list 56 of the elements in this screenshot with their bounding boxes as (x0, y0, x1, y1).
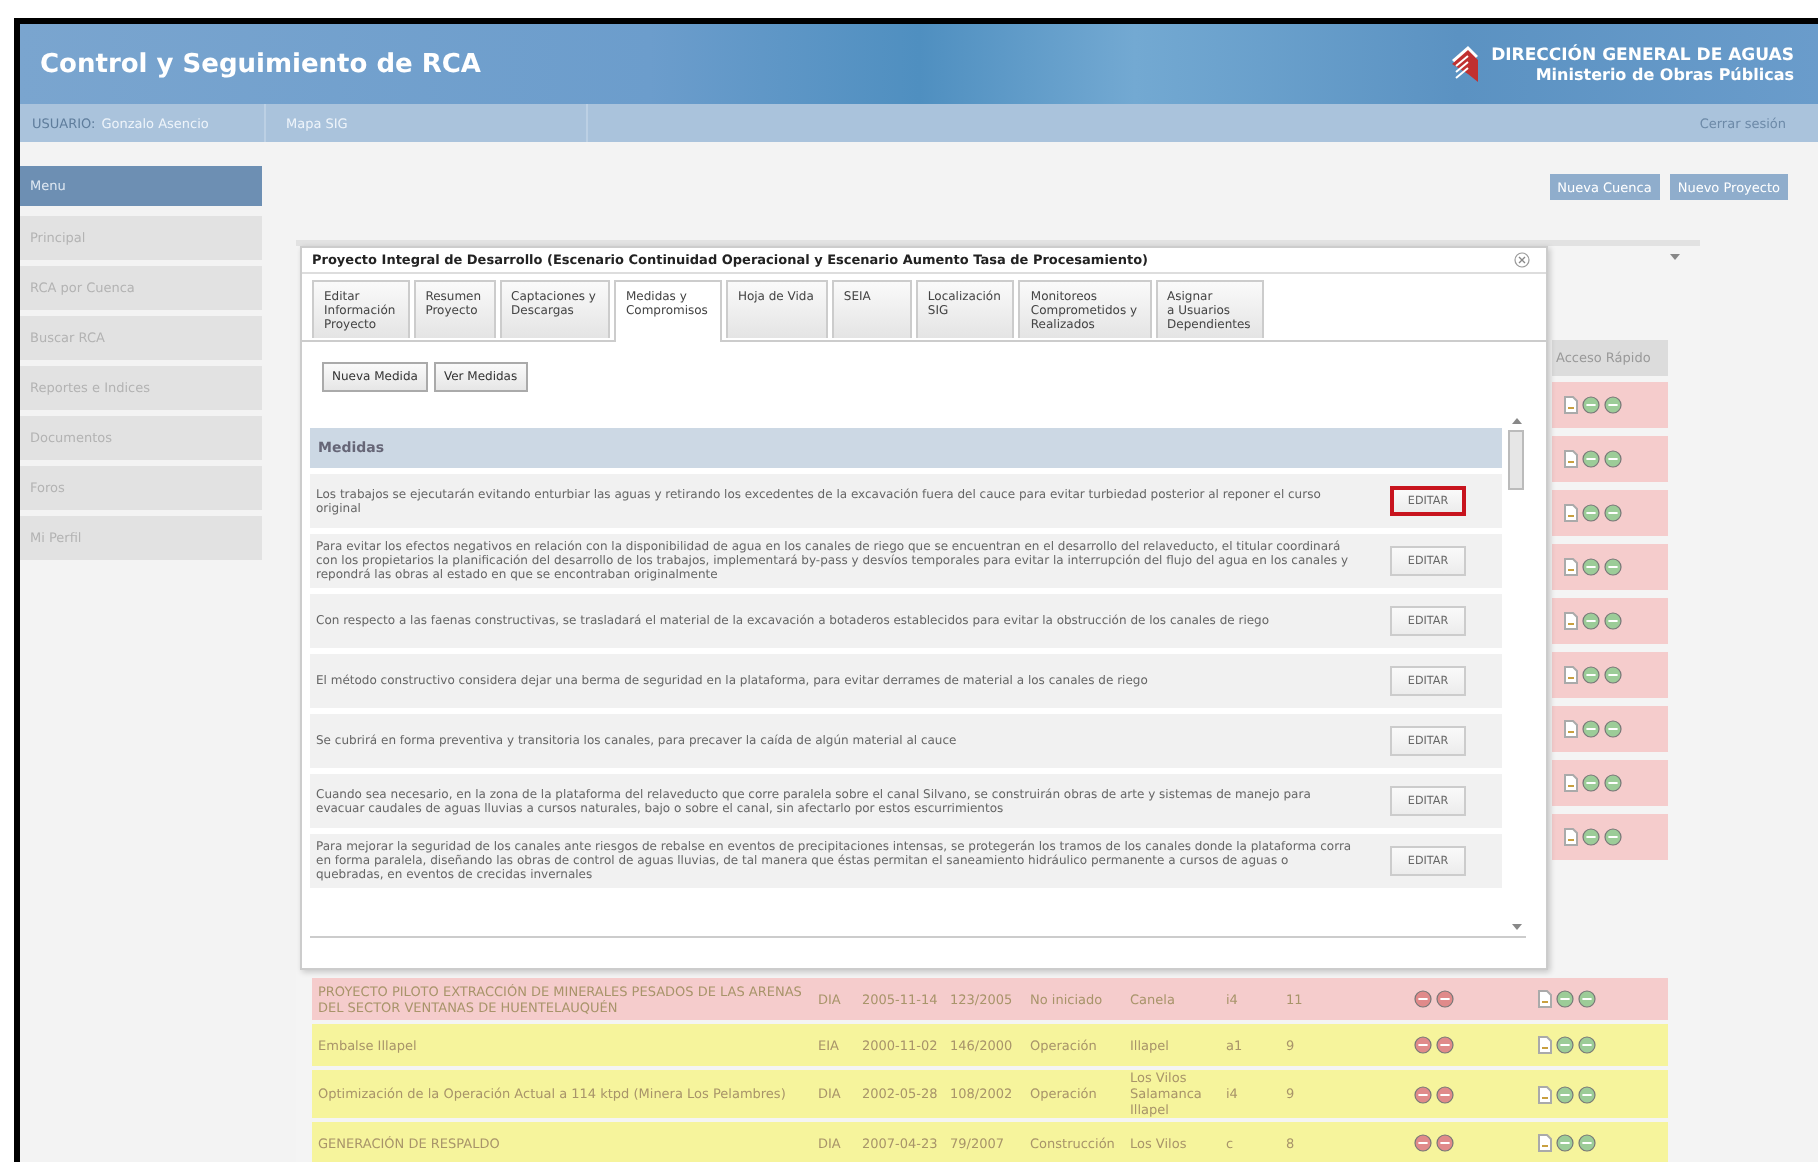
circle-icon[interactable] (1604, 450, 1622, 468)
circle-icon[interactable] (1414, 990, 1432, 1008)
document-icon[interactable] (1564, 720, 1578, 738)
document-icon[interactable] (1564, 612, 1578, 630)
circle-icon[interactable] (1436, 990, 1454, 1008)
circle-icon[interactable] (1556, 1134, 1574, 1152)
circle-icon[interactable] (1414, 1036, 1432, 1054)
circle-icon[interactable] (1582, 504, 1600, 522)
circle-icon[interactable] (1556, 990, 1574, 1008)
circle-icon[interactable] (1604, 774, 1622, 792)
document-icon[interactable] (1538, 990, 1552, 1008)
circle-icon[interactable] (1604, 396, 1622, 414)
circle-icon[interactable] (1414, 1134, 1432, 1152)
scroll-down-icon[interactable] (1511, 924, 1521, 930)
circle-icon[interactable] (1556, 1036, 1574, 1054)
circle-icon[interactable] (1414, 1085, 1432, 1103)
document-icon[interactable] (1538, 1134, 1552, 1152)
circle-icon[interactable] (1578, 990, 1596, 1008)
circle-icon[interactable] (1604, 558, 1622, 576)
app-title: Control y Seguimiento de RCA (40, 49, 481, 79)
circle-icon[interactable] (1604, 828, 1622, 846)
circle-icon[interactable] (1582, 666, 1600, 684)
circle-icon[interactable] (1582, 396, 1600, 414)
circle-icon[interactable] (1578, 1134, 1596, 1152)
ministry-name: Ministerio de Obras Públicas (1535, 65, 1794, 83)
circle-icon[interactable] (1582, 612, 1600, 630)
document-icon[interactable] (1564, 666, 1578, 684)
document-icon[interactable] (1538, 1036, 1552, 1054)
circle-icon[interactable] (1604, 720, 1622, 738)
document-icon[interactable] (1564, 504, 1578, 522)
circle-icon[interactable] (1604, 504, 1622, 522)
circle-icon[interactable] (1436, 1036, 1454, 1054)
close-icon[interactable] (1514, 252, 1530, 268)
document-icon[interactable] (1538, 1085, 1552, 1103)
circle-icon[interactable] (1436, 1134, 1454, 1152)
circle-icon[interactable] (1582, 720, 1600, 738)
document-icon[interactable] (1564, 396, 1578, 414)
circle-icon[interactable] (1604, 666, 1622, 684)
organization-name: DIRECCIÓN GENERAL DE AGUAS (1491, 45, 1794, 65)
circle-icon[interactable] (1578, 1036, 1596, 1054)
document-icon[interactable] (1564, 558, 1578, 576)
circle-icon[interactable] (1582, 450, 1600, 468)
circle-icon[interactable] (1556, 1085, 1574, 1103)
circle-icon[interactable] (1604, 612, 1622, 630)
caret-down-icon[interactable] (1670, 254, 1680, 260)
document-icon[interactable] (1564, 450, 1578, 468)
circle-icon[interactable] (1582, 774, 1600, 792)
scroll-up-icon[interactable] (1511, 418, 1521, 424)
circle-icon[interactable] (1578, 1085, 1596, 1103)
document-icon[interactable] (1564, 828, 1578, 846)
circle-icon[interactable] (1436, 1085, 1454, 1103)
document-icon[interactable] (1564, 774, 1578, 792)
logo-icon (1447, 44, 1480, 84)
circle-icon[interactable] (1582, 558, 1600, 576)
circle-icon[interactable] (1582, 828, 1600, 846)
scroll-thumb[interactable] (1508, 430, 1524, 490)
